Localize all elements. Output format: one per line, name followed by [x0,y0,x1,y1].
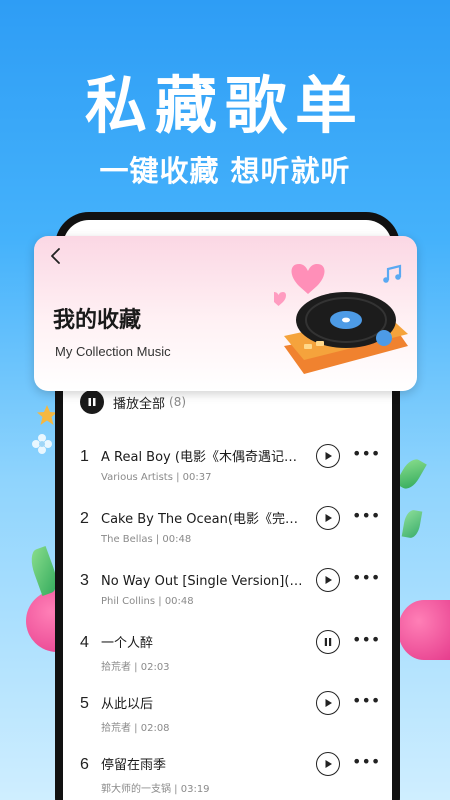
play-all-row[interactable]: 播放全部 (8) [80,390,186,414]
more-icon[interactable]: ••• [352,754,380,770]
play-icon[interactable] [316,691,340,715]
song-title[interactable]: 从此以后 [101,693,306,712]
song-meta: 郭大师的一支锅 | 03:19 [101,784,210,795]
hero-title: 私藏歌单 [84,69,365,142]
play-icon[interactable] [316,506,340,530]
song-number: 1 [80,448,89,465]
song-meta: 拾荒者 | 02:08 [101,723,170,734]
more-icon[interactable]: ••• [352,570,380,586]
play-icon[interactable] [316,444,340,468]
song-row[interactable]: 2 Cake By The Ocean(电影《完美音… The Bellas | 0… [62,502,392,560]
play-icon[interactable] [316,752,340,776]
back-arrow-icon[interactable] [44,244,68,268]
more-icon[interactable]: ••• [352,508,380,524]
play-all-count: (8) [169,395,187,409]
hero-subtitle: 一键收藏 想听就听 [99,154,351,188]
more-icon[interactable]: ••• [352,446,380,462]
play-all-label[interactable]: 播放全部 [113,393,165,412]
pink-pompom-right-decoration [398,600,450,660]
leaf-right-decoration-2 [401,508,423,540]
song-title[interactable]: 停留在雨季 [101,754,306,773]
song-meta: Phil Collins | 00:48 [101,596,194,607]
card-title: 我的收藏 [53,308,142,333]
song-title[interactable]: A Real Boy (电影《木偶奇遇记》… [101,446,306,465]
more-icon[interactable]: ••• [352,693,380,709]
song-meta: Various Artists | 00:37 [101,472,212,483]
song-number: 5 [80,695,89,712]
song-number: 4 [80,634,89,651]
flower-decoration [32,434,52,454]
music-note-icon [383,264,402,283]
song-title[interactable]: No Way Out [Single Version](电影… [101,570,306,589]
song-title[interactable]: 一个人醉 [101,632,306,651]
card-subtitle: My Collection Music [55,344,171,359]
song-row[interactable]: 1 A Real Boy (电影《木偶奇遇记》… Various Artists |… [62,440,392,498]
song-number: 6 [80,756,89,773]
pause-icon[interactable] [80,390,104,414]
song-row[interactable]: 4 一个人醉拾荒者 | 02:03 ••• [62,626,392,684]
song-row[interactable]: 3 No Way Out [Single Version](电影… Phil Col… [62,564,392,622]
heart-icon [291,264,325,294]
song-number: 3 [80,572,89,589]
song-row[interactable]: 5 从此以后拾荒者 | 02:08 ••• [62,687,392,745]
more-icon[interactable]: ••• [352,632,380,648]
turntable-illustration [274,264,408,374]
play-icon[interactable] [316,568,340,592]
pause-icon[interactable] [316,630,340,654]
song-meta: The Bellas | 00:48 [101,534,192,545]
song-number: 2 [80,510,89,527]
song-row[interactable]: 6 停留在雨季郭大师的一支锅 | 03:19 ••• [62,748,392,800]
song-meta: 拾荒者 | 02:03 [101,662,170,673]
song-title[interactable]: Cake By The Ocean(电影《完美音… [101,508,306,527]
collection-header-card: 我的收藏 My Collection Music [34,236,417,391]
